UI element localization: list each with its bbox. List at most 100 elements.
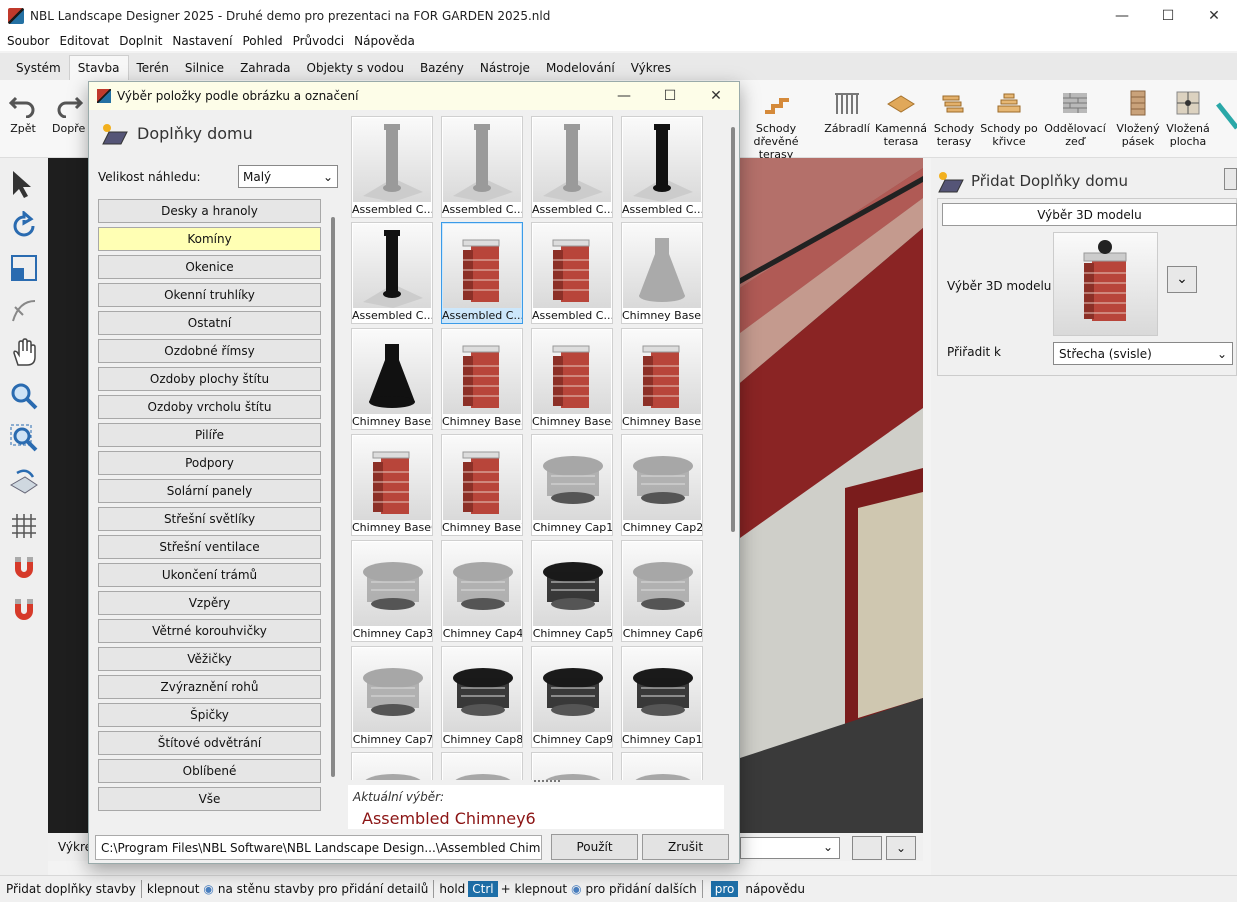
item-thumbnail[interactable] xyxy=(351,752,433,780)
minimize-icon[interactable]: — xyxy=(1099,0,1145,31)
item-thumbnail[interactable]: Chimney Cap10 xyxy=(621,646,703,748)
select-arrow-icon[interactable] xyxy=(8,168,40,200)
item-thumbnail[interactable]: Assembled C... xyxy=(441,222,523,324)
item-thumbnail[interactable]: Chimney Cap7 xyxy=(351,646,433,748)
inserted-strip-button[interactable]: Vložený pásek xyxy=(1114,88,1162,148)
category-item[interactable]: Střešní světlíky xyxy=(98,507,321,531)
dividing-wall-button[interactable]: Oddělovací zeď xyxy=(1042,88,1108,148)
tab-silnice[interactable]: Silnice xyxy=(177,56,232,80)
scale-icon[interactable] xyxy=(8,252,40,284)
inserted-surface-button[interactable]: Vložená plocha xyxy=(1164,88,1212,148)
item-thumbnail[interactable]: Assembled C... xyxy=(441,116,523,218)
category-item[interactable]: Ostatní xyxy=(98,311,321,335)
edit-points-icon[interactable] xyxy=(8,294,40,326)
assign-select[interactable]: Střecha (svisle) ⌄ xyxy=(1053,342,1233,365)
item-thumbnail[interactable] xyxy=(531,752,613,780)
redo-button[interactable]: Dopře xyxy=(52,88,85,135)
category-item[interactable]: Ozdoby vrcholu štítu xyxy=(98,395,321,419)
minimize-icon[interactable]: — xyxy=(601,82,647,110)
category-item[interactable]: Okenice xyxy=(98,255,321,279)
item-thumbnail[interactable]: Assembled C... xyxy=(531,222,613,324)
panel-pin-button[interactable] xyxy=(1224,168,1237,190)
category-item[interactable]: Podpory xyxy=(98,451,321,475)
tab-bazeny[interactable]: Bazény xyxy=(412,56,472,80)
category-item[interactable]: Věžičky xyxy=(98,647,321,671)
menu-editovat[interactable]: Editovat xyxy=(54,34,114,48)
stone-terrace-button[interactable]: Kamenná terasa xyxy=(874,88,928,148)
category-item[interactable]: Komíny xyxy=(98,227,321,251)
item-thumbnail[interactable]: Assembled C... xyxy=(531,116,613,218)
item-thumbnail[interactable] xyxy=(441,752,523,780)
maximize-icon[interactable]: ☐ xyxy=(1145,0,1191,31)
tab-stavba[interactable]: Stavba xyxy=(68,55,129,80)
terrace-steps-button[interactable]: Schody terasy xyxy=(931,88,977,148)
item-thumbnail[interactable]: Chimney Cap8 xyxy=(441,646,523,748)
category-item[interactable]: Střešní ventilace xyxy=(98,535,321,559)
zoom-icon[interactable] xyxy=(8,380,40,412)
preview-size-select[interactable]: Malý ⌄ xyxy=(238,165,338,188)
curved-stairs-button[interactable]: Schody po křivce xyxy=(980,88,1038,148)
item-thumbnail[interactable]: Assembled C... xyxy=(351,222,433,324)
file-path-field[interactable]: C:\Program Files\NBL Software\NBL Landsc… xyxy=(95,835,542,860)
tab-objekty-s-vodou[interactable]: Objekty s vodou xyxy=(299,56,412,80)
item-thumbnail[interactable]: Chimney Cap3 xyxy=(351,540,433,642)
menu-napoveda[interactable]: Nápověda xyxy=(349,34,420,48)
rotate-icon[interactable] xyxy=(8,210,40,242)
item-thumbnail[interactable]: Chimney Cap4 xyxy=(441,540,523,642)
item-thumbnail[interactable]: Chimney Base6 xyxy=(351,434,433,536)
item-thumbnail[interactable]: Chimney Cap2 xyxy=(621,434,703,536)
item-thumbnail[interactable]: Chimney Base7 xyxy=(441,434,523,536)
item-thumbnail[interactable]: Chimney Cap1 xyxy=(531,434,613,536)
view-select[interactable]: ⌄ xyxy=(740,837,840,859)
item-thumbnail[interactable]: Chimney Base2 xyxy=(351,328,433,430)
apply-button[interactable]: Použít xyxy=(551,834,638,860)
orbit-icon[interactable] xyxy=(8,466,40,498)
category-scrollbar[interactable] xyxy=(331,217,335,777)
item-thumbnail[interactable]: Chimney Base1 xyxy=(621,222,703,324)
category-item[interactable]: Ozdoby plochy štítu xyxy=(98,367,321,391)
item-thumbnail[interactable]: Chimney Base5 xyxy=(621,328,703,430)
splitter-grip[interactable] xyxy=(534,780,560,783)
category-item[interactable]: Zvýraznění rohů xyxy=(98,675,321,699)
category-item[interactable]: Ozdobné římsy xyxy=(98,339,321,363)
terrace-stairs-button[interactable]: Schody dřevěné terasy xyxy=(738,88,814,161)
item-thumbnail[interactable]: Chimney Base4 xyxy=(531,328,613,430)
category-item[interactable]: Desky a hranoly xyxy=(98,199,321,223)
zoom-window-icon[interactable] xyxy=(8,422,40,454)
category-item[interactable]: Špičky xyxy=(98,703,321,727)
tab-system[interactable]: Systém xyxy=(8,56,69,80)
item-thumbnail[interactable]: Chimney Base3 xyxy=(441,328,523,430)
menu-pruvodci[interactable]: Průvodci xyxy=(288,34,350,48)
close-icon[interactable]: ✕ xyxy=(693,82,739,110)
category-item[interactable]: Oblíbené xyxy=(98,759,321,783)
grid-scrollbar[interactable] xyxy=(731,127,735,532)
category-item[interactable]: Štítové odvětrání xyxy=(98,731,321,755)
chevron-down-icon[interactable]: ⌄ xyxy=(886,836,916,860)
tab-modelovani[interactable]: Modelování xyxy=(538,56,623,80)
item-thumbnail[interactable] xyxy=(621,752,703,780)
pan-hand-icon[interactable] xyxy=(8,336,40,368)
menu-doplnit[interactable]: Doplnit xyxy=(114,34,167,48)
snap-magnet-icon[interactable] xyxy=(8,552,40,584)
item-thumbnail[interactable]: Assembled C... xyxy=(351,116,433,218)
category-item[interactable]: Solární panely xyxy=(98,479,321,503)
cancel-button[interactable]: Zrušit xyxy=(642,834,729,860)
maximize-icon[interactable]: ☐ xyxy=(647,82,693,110)
tab-nastroje[interactable]: Nástroje xyxy=(472,56,538,80)
ribbon-more-icon[interactable] xyxy=(1216,100,1237,134)
layers-button[interactable] xyxy=(852,836,882,860)
category-item[interactable]: Větrné korouhvičky xyxy=(98,619,321,643)
model-select-button[interactable]: Výběr 3D modelu xyxy=(942,203,1237,226)
category-item[interactable]: Vše xyxy=(98,787,321,811)
category-item[interactable]: Vzpěry xyxy=(98,591,321,615)
menu-pohled[interactable]: Pohled xyxy=(237,34,287,48)
category-item[interactable]: Ukončení trámů xyxy=(98,563,321,587)
close-icon[interactable]: ✕ xyxy=(1191,0,1237,31)
menu-nastaveni[interactable]: Nastavení xyxy=(167,34,237,48)
grid-icon[interactable] xyxy=(8,510,40,542)
tab-zahrada[interactable]: Zahrada xyxy=(232,56,298,80)
item-thumbnail[interactable]: Assembled C... xyxy=(621,116,703,218)
item-thumbnail[interactable]: Chimney Cap5 xyxy=(531,540,613,642)
tab-teren[interactable]: Terén xyxy=(129,56,177,80)
item-thumbnail[interactable]: Chimney Cap9 xyxy=(531,646,613,748)
